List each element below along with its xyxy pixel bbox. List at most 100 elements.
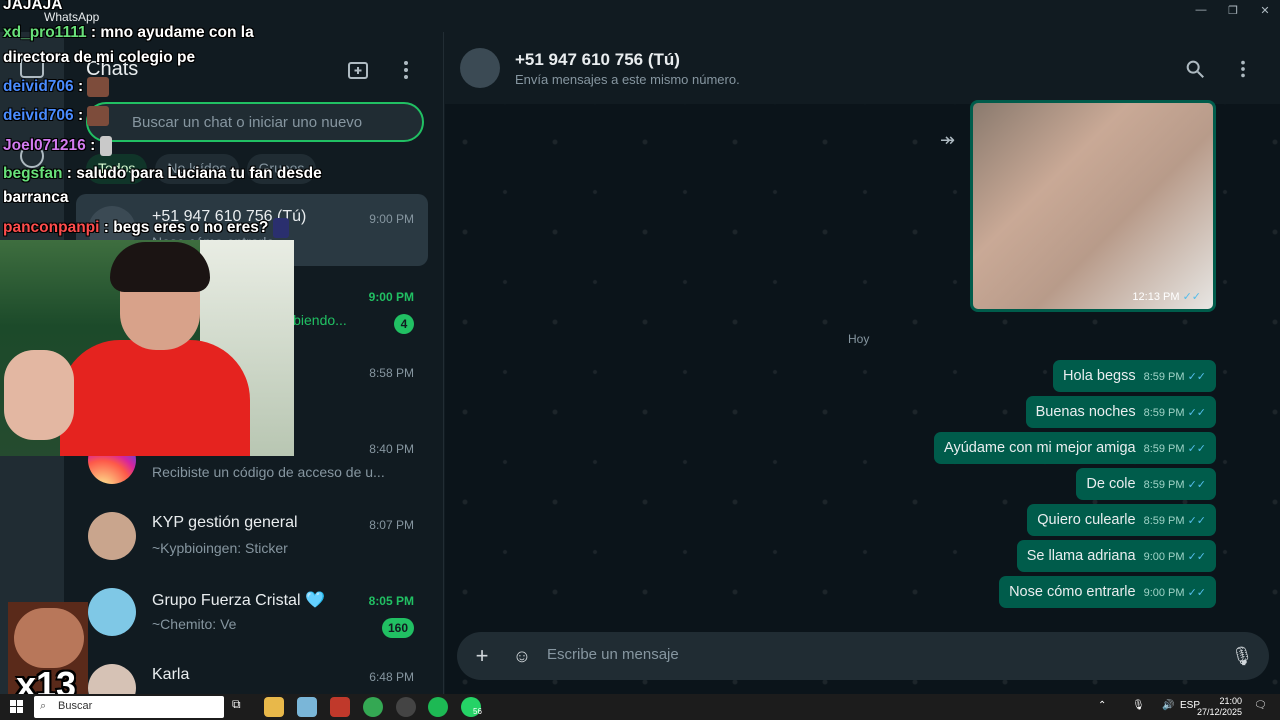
taskbar-search-label: Buscar	[58, 700, 93, 712]
attach-plus-icon[interactable]: +	[470, 644, 494, 668]
alert-multiplier: x13	[16, 664, 77, 694]
contact-avatar[interactable]	[460, 48, 500, 88]
emote-icon	[87, 106, 110, 126]
obs-icon[interactable]	[396, 697, 416, 717]
microphone-tray-icon[interactable]: 🎙	[1132, 700, 1145, 711]
file-explorer-icon[interactable]	[264, 697, 284, 717]
message-time: 9:00 PM	[1143, 587, 1185, 599]
emote-icon	[99, 136, 112, 156]
notifications-icon[interactable]: 🗨	[1254, 700, 1267, 711]
windows-start-icon[interactable]	[10, 700, 23, 713]
stream-chat-line: barranca	[3, 189, 69, 206]
message-time: 8:59 PM	[1143, 407, 1185, 419]
chat-time: 8:07 PM	[369, 518, 414, 532]
search-icon: ⌕	[40, 700, 47, 712]
contact-name: +51 947 610 756 (Tú)	[515, 50, 680, 69]
avatar	[88, 664, 136, 694]
close-icon[interactable]: ✕	[1250, 4, 1280, 18]
message-text: Se llama adriana	[1026, 548, 1136, 564]
stream-chat-line: deivid706 :	[3, 77, 110, 97]
stream-chat-overlay: JAJAJA xd_pro1111 : mno ayudame con la d…	[0, 0, 440, 240]
contact-subtitle: Envía mensajes a este mismo número.	[515, 72, 740, 87]
chat-preview: ibiendo...	[290, 312, 347, 328]
emote-icon	[87, 77, 110, 97]
minimize-icon[interactable]: —	[1186, 4, 1216, 18]
read-ticks-icon: ✓✓	[1187, 407, 1206, 419]
message-time: 8:59 PM	[1143, 371, 1185, 383]
outgoing-message[interactable]: Nose cómo entrarle 9:00 PM ✓✓	[999, 576, 1216, 608]
read-ticks-icon: ✓✓	[1187, 443, 1206, 455]
webcam-person-hair	[110, 242, 210, 292]
read-ticks-icon: ✓✓	[1187, 587, 1206, 599]
stream-chat-line: directora de mi colegio pe	[3, 49, 196, 66]
outgoing-message[interactable]: De cole 8:59 PM ✓✓	[1076, 468, 1216, 500]
chat-preview: ~Chemito: Ve	[152, 616, 237, 632]
chat-time: 9:00 PM	[368, 290, 414, 304]
task-view-icon[interactable]: ⧉	[232, 697, 252, 717]
read-ticks-icon: ✓✓	[1187, 551, 1206, 563]
outgoing-message[interactable]: Hola begss 8:59 PM ✓✓	[1053, 360, 1216, 392]
message-composer[interactable]: + ☺ Escribe un mensaje 🎙	[457, 632, 1269, 680]
read-ticks-icon: ✓✓	[1187, 371, 1206, 383]
volume-icon[interactable]: 🔊	[1162, 700, 1174, 711]
windows-taskbar: ⌕ Buscar ⧉ 56 ⌃ 🎙 🔊 ESP 21:00 27/12/2025…	[0, 694, 1280, 720]
restore-icon[interactable]: ❐	[1218, 4, 1248, 18]
chat-time: 8:05 PM	[368, 594, 414, 608]
avatar	[88, 588, 136, 636]
whatsapp-taskbar-badge: 56	[473, 707, 482, 716]
emote-icon	[272, 218, 289, 238]
chat-time: 8:40 PM	[369, 442, 414, 456]
notepad-icon[interactable]	[297, 697, 317, 717]
outgoing-message[interactable]: Se llama adriana 9:00 PM ✓✓	[1016, 540, 1216, 572]
chrome-icon[interactable]	[363, 697, 383, 717]
chat-preview: Recibiste un código de acceso de u...	[152, 464, 385, 480]
message-time: 8:59 PM	[1143, 443, 1185, 455]
forward-icon[interactable]: ↠	[940, 130, 955, 151]
stream-chat-line: Joel071216 :	[3, 136, 112, 156]
message-time: 9:00 PM	[1143, 551, 1185, 563]
microphone-icon[interactable]: 🎙	[1230, 644, 1254, 668]
stream-chat-line: xd_pro1111 : mno ayudame con la	[3, 24, 254, 41]
taskbar-clock[interactable]: 21:00 27/12/2025	[1197, 696, 1242, 718]
chat-name: Grupo Fuerza Cristal 🩵	[152, 592, 325, 609]
conversation-panel: +51 947 610 756 (Tú) Envía mensajes a es…	[445, 32, 1280, 694]
conversation-menu-icon[interactable]	[1232, 58, 1254, 80]
spotify-icon[interactable]	[428, 697, 448, 717]
capcut-icon[interactable]	[330, 697, 350, 717]
chat-name: Karla	[152, 666, 190, 683]
chat-row[interactable]: Karla 6:48 PM	[76, 652, 428, 694]
stream-chat-line: JAJAJA	[3, 0, 63, 13]
clock-time: 21:00	[1219, 696, 1242, 706]
conversation-header[interactable]: +51 947 610 756 (Tú) Envía mensajes a es…	[445, 32, 1280, 104]
read-ticks-icon: ✓✓	[1187, 479, 1206, 491]
image-message[interactable]: 12:13 PM ✓✓	[970, 100, 1216, 312]
taskbar-search[interactable]: ⌕ Buscar	[34, 696, 224, 718]
stream-chat-line: panconpanpi : begs eres o no eres?	[3, 218, 289, 238]
media-time: 12:13 PM ✓✓	[1132, 291, 1201, 303]
message-text: Buenas noches	[1035, 404, 1136, 420]
avatar	[88, 512, 136, 560]
stream-chat-line: deivid706 :	[3, 106, 110, 126]
chat-time: 8:58 PM	[369, 366, 414, 380]
chat-row[interactable]: KYP gestión general 8:07 PM ~Kypbioingen…	[76, 500, 428, 572]
search-icon[interactable]	[1184, 58, 1206, 80]
date-separator: Hoy	[848, 332, 870, 346]
read-ticks-icon: ✓✓	[1187, 515, 1206, 527]
chat-row[interactable]: Grupo Fuerza Cristal 🩵 8:05 PM ~Chemito:…	[76, 576, 428, 648]
outgoing-message[interactable]: Quiero culearle 8:59 PM ✓✓	[1027, 504, 1216, 536]
webcam-person-hand	[4, 350, 74, 440]
outgoing-message[interactable]: Ayúdame con mi mejor amiga 8:59 PM ✓✓	[934, 432, 1216, 464]
read-ticks-icon: ✓✓	[1182, 291, 1201, 303]
message-text: Ayúdame con mi mejor amiga	[944, 440, 1136, 456]
sticker-icon[interactable]: ☺	[510, 644, 534, 668]
tray-chevron-icon[interactable]: ⌃	[1098, 700, 1106, 711]
webcam-overlay	[0, 240, 294, 456]
outgoing-message[interactable]: Buenas noches 8:59 PM ✓✓	[1025, 396, 1216, 428]
alert-sticker: x13	[8, 602, 88, 694]
message-text: Quiero culearle	[1037, 512, 1136, 528]
message-time: 8:59 PM	[1143, 515, 1185, 527]
unread-badge: 4	[394, 314, 414, 334]
clock-date: 27/12/2025	[1196, 707, 1242, 717]
message-input[interactable]: Escribe un mensaje	[547, 646, 679, 663]
chat-preview: ~Kypbioingen: Sticker	[152, 540, 288, 556]
